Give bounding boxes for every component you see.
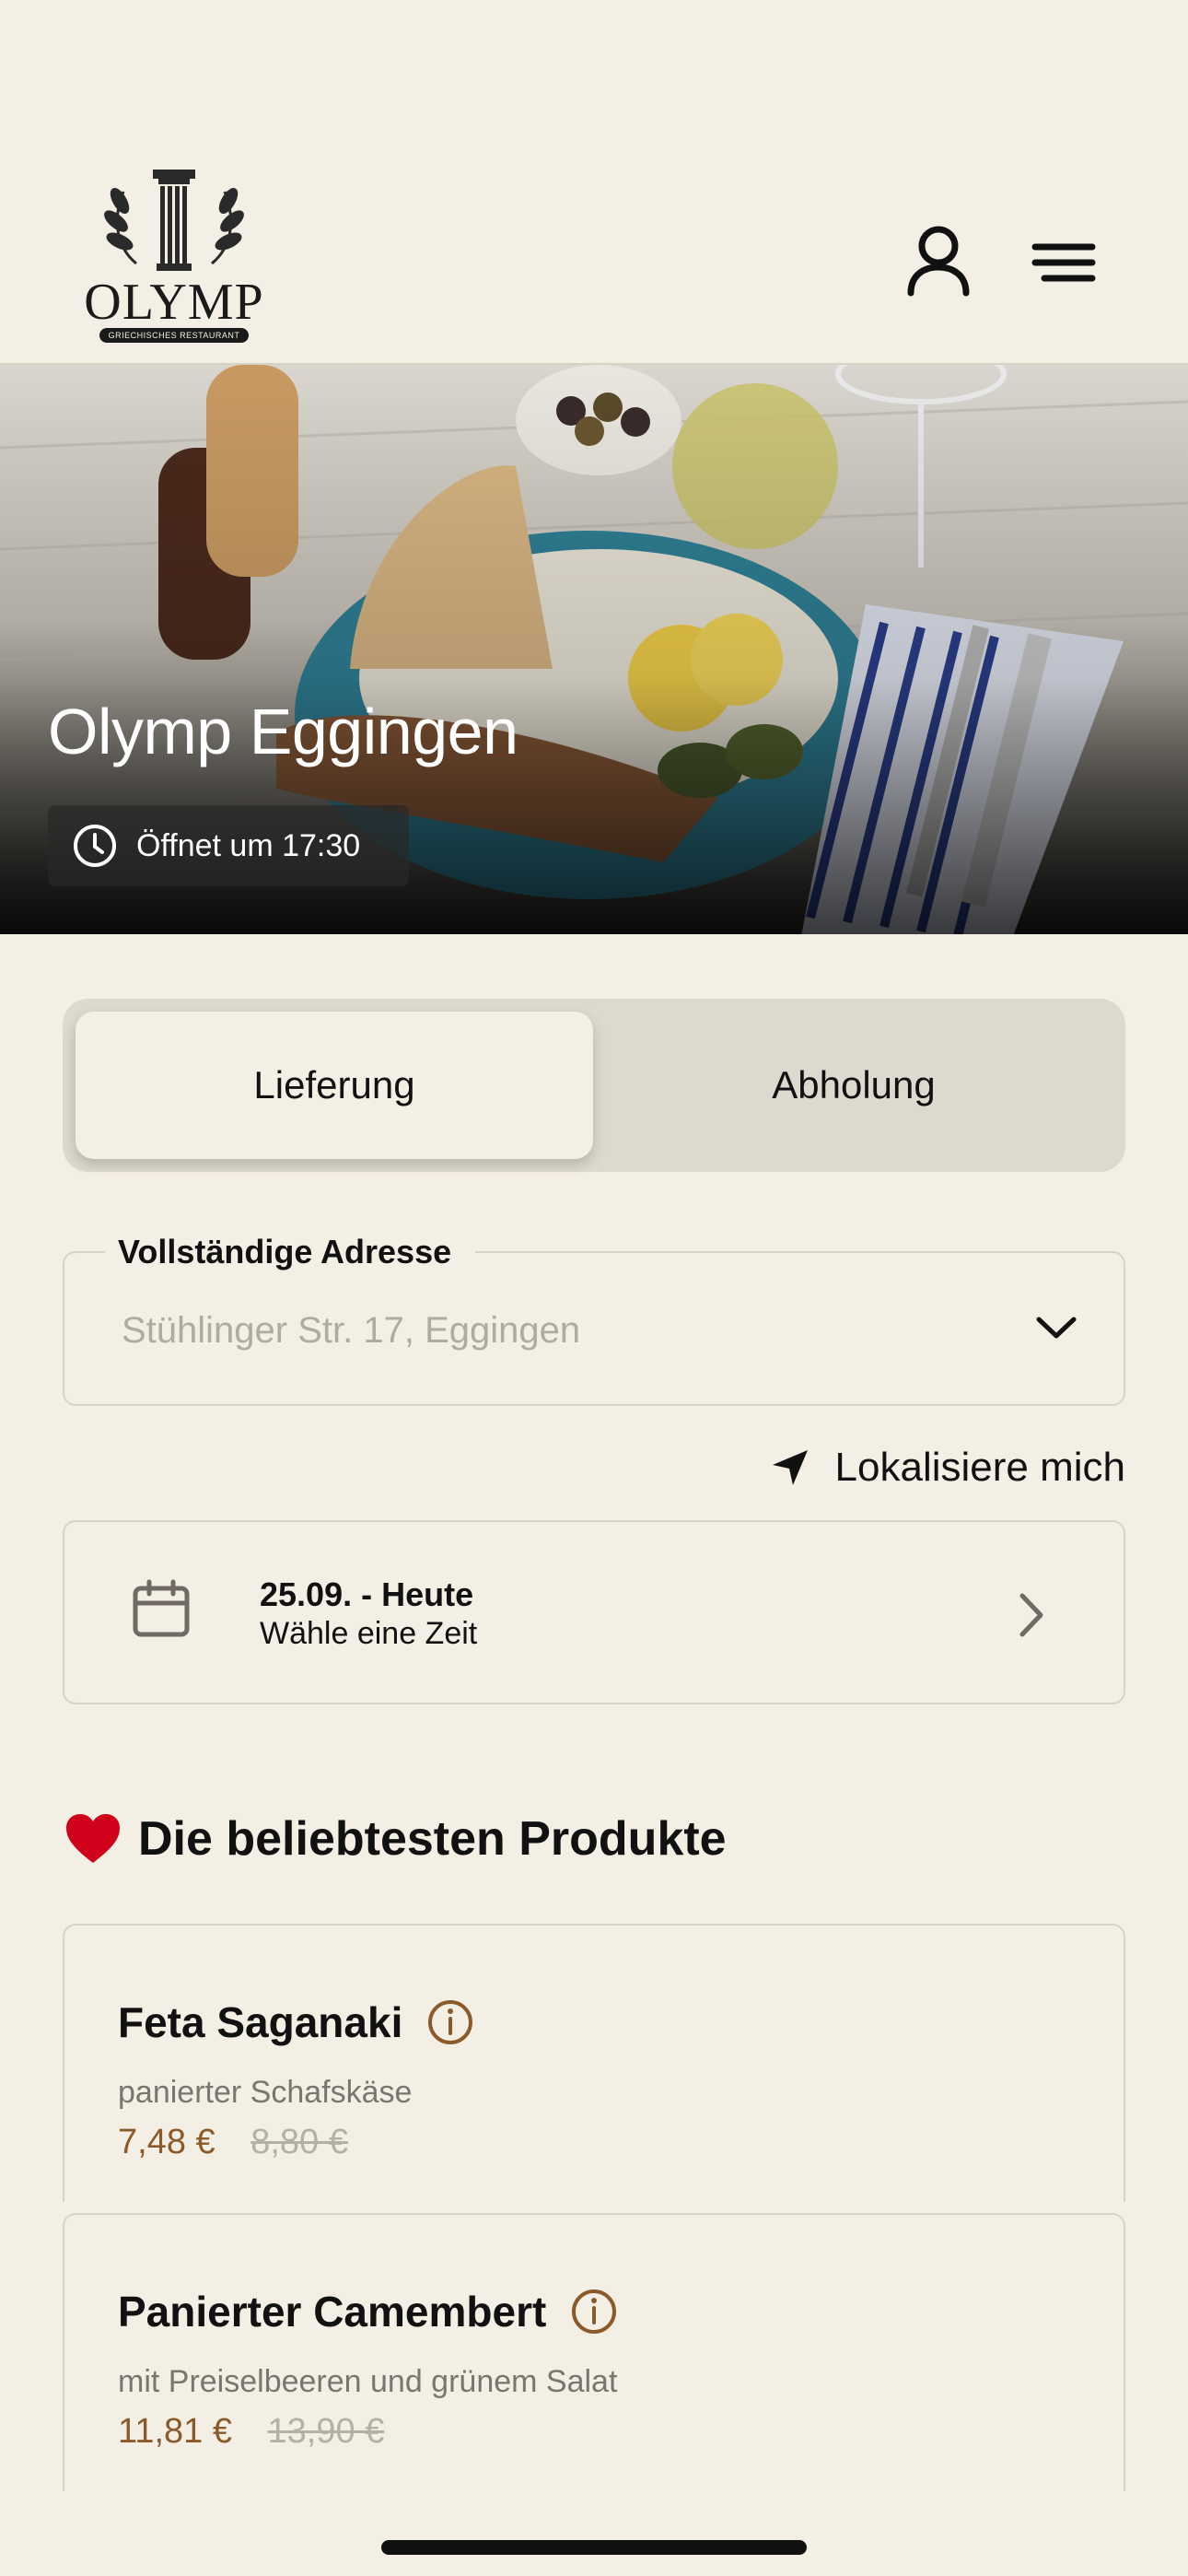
popular-products-title: Die beliebtesten Produkte <box>138 1812 727 1866</box>
location-arrow-icon <box>772 1450 808 1485</box>
chevron-down-icon[interactable] <box>1033 1305 1079 1351</box>
date-time-selector[interactable]: 25.09. - Heute Wähle eine Zeit <box>63 1520 1125 1704</box>
tab-delivery[interactable]: Lieferung <box>76 1012 593 1159</box>
olymp-logo[interactable]: OLYMP GRIECHISCHES RESTAURANT <box>79 164 269 348</box>
popular-products-heading: Die beliebtesten Produkte <box>64 1811 727 1867</box>
order-type-toggle: Lieferung Abholung <box>63 999 1125 1172</box>
opening-status-text: Öffnet um 17:30 <box>136 827 361 863</box>
choose-time-label: Wähle eine Zeit <box>260 1616 478 1651</box>
selected-date: 25.09. - Heute <box>260 1575 474 1613</box>
menu-button[interactable] <box>1022 221 1105 304</box>
product-card[interactable]: Panierter Camembert mit Preiselbeeren un… <box>63 2213 1125 2491</box>
logo-wordmark: OLYMP <box>84 274 264 331</box>
hamburger-menu-icon <box>1031 243 1096 282</box>
locate-me-button[interactable]: Lokalisiere mich <box>771 1445 1125 1491</box>
product-title-row: Panierter Camembert <box>118 2287 618 2336</box>
product-name: Feta Saganaki <box>118 1998 403 2046</box>
profile-button[interactable] <box>897 221 980 304</box>
logo-tagline: GRIECHISCHES RESTAURANT <box>99 328 249 343</box>
user-icon <box>907 226 970 297</box>
locate-me-label: Lokalisiere mich <box>834 1445 1125 1490</box>
product-description: mit Preiselbeeren und grünem Salat <box>118 2364 618 2399</box>
info-icon[interactable] <box>426 1998 474 2046</box>
app-header: OLYMP GRIECHISCHES RESTAURANT <box>0 0 1188 365</box>
opening-status-badge: Öffnet um 17:30 <box>48 805 409 886</box>
hero-banner: Olymp Eggingen Öffnet um 17:30 <box>0 365 1188 934</box>
home-indicator[interactable] <box>381 2540 807 2555</box>
calendar-icon <box>133 1579 190 1637</box>
address-field[interactable]: Vollständige Adresse Stühlinger Str. 17,… <box>63 1233 1125 1406</box>
product-prices: 11,81 € 13,90 € <box>118 2412 384 2452</box>
product-price: 11,81 € <box>118 2412 232 2451</box>
address-placeholder[interactable]: Stühlinger Str. 17, Eggingen <box>122 1310 580 1352</box>
clock-icon <box>74 825 116 867</box>
chevron-right-icon <box>1019 1593 1043 1637</box>
product-name: Panierter Camembert <box>118 2288 547 2336</box>
product-old-price: 8,80 € <box>250 2123 348 2161</box>
restaurant-name: Olymp Eggingen <box>48 696 518 767</box>
product-title-row: Feta Saganaki <box>118 1997 474 2047</box>
product-old-price: 13,90 € <box>267 2412 385 2451</box>
product-description: panierter Schafskäse <box>118 2075 413 2110</box>
product-prices: 7,48 € 8,80 € <box>118 2123 348 2162</box>
heart-icon <box>66 1814 120 1863</box>
info-icon[interactable] <box>570 2288 618 2336</box>
tab-pickup[interactable]: Abholung <box>595 1012 1112 1159</box>
product-price: 7,48 € <box>118 2123 215 2161</box>
column-laurel-icon <box>104 170 244 271</box>
address-field-label: Vollständige Adresse <box>105 1233 476 1271</box>
product-card[interactable]: Feta Saganaki panierter Schafskäse 7,48 … <box>63 1924 1125 2202</box>
